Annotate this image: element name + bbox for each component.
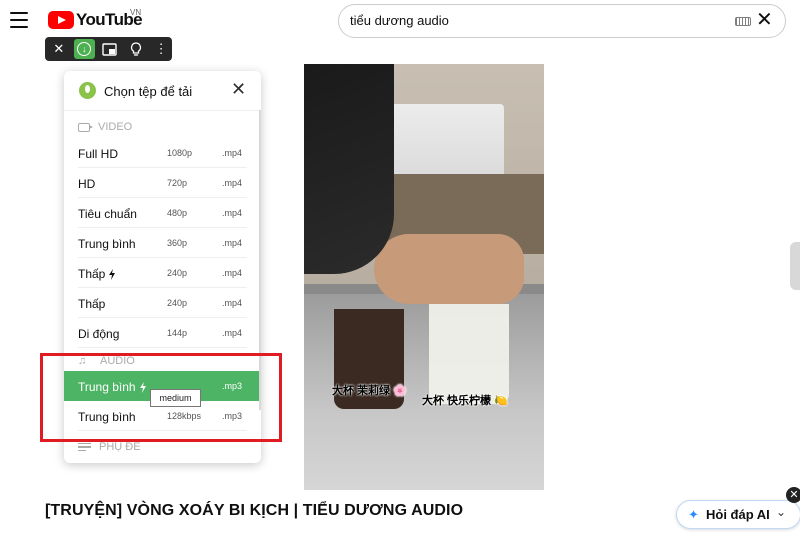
option-quality: 240p xyxy=(167,268,188,278)
option-format: .mp4 xyxy=(222,328,243,338)
ai-close-icon[interactable]: ✕ xyxy=(786,487,800,503)
option-format: .mp4 xyxy=(222,268,243,278)
option-format: .mp4 xyxy=(222,178,243,188)
option-label-group: Di động xyxy=(78,327,119,341)
popup-header: Chọn tệp để tải ✕ xyxy=(64,71,261,111)
option-label-group: Full HD xyxy=(78,147,118,161)
option-quality: 720p xyxy=(167,178,188,188)
option-label-group: Thấp xyxy=(78,267,116,281)
option-label: HD xyxy=(78,177,96,191)
option-label-group: Tiêu chuẩn xyxy=(78,207,137,221)
option-label: Di động xyxy=(78,327,120,341)
country-code: VN xyxy=(130,8,142,17)
search-input[interactable]: tiểu dương audio xyxy=(350,13,449,28)
chevron-down-icon[interactable]: ⌄ xyxy=(776,505,786,519)
download-icon[interactable]: ↓ xyxy=(73,39,96,59)
option-label: Tiêu chuẩn xyxy=(78,207,137,221)
side-panel-handle[interactable] xyxy=(790,242,800,290)
section-video-label: VIDEO xyxy=(98,121,133,133)
option-label: Full HD xyxy=(78,147,119,161)
video-caption-right: 大杯 快乐柠檬 🍋 xyxy=(422,395,508,407)
ai-qa-label: Hỏi đáp AI xyxy=(706,507,770,522)
youtube-logo[interactable]: YouTube xyxy=(48,10,143,30)
clear-search-icon[interactable]: ✕ xyxy=(756,10,773,30)
video-hand xyxy=(374,234,524,304)
section-subtitle-label: PHỤ ĐỀ xyxy=(99,441,141,453)
video-option-row[interactable]: Di động 144p .mp4 xyxy=(64,318,261,348)
sparkle-icon: ✦ xyxy=(688,507,699,522)
video-player[interactable]: 大杯 茉莉绿 🌸 大杯 快乐柠檬 🍋 xyxy=(304,64,544,490)
subtitle-icon xyxy=(78,442,91,452)
video-arm xyxy=(304,64,394,274)
lightning-icon xyxy=(109,268,116,280)
option-label-group: Thấp xyxy=(78,297,105,311)
video-title: [TRUYỆN] VÒNG XOÁY BI KỊCH | TIỂU DƯƠNG … xyxy=(45,502,464,519)
video-option-row[interactable]: Full HD 1080p .mp4 xyxy=(64,138,261,168)
picture-in-picture-icon[interactable] xyxy=(99,39,121,59)
keyboard-icon[interactable] xyxy=(735,17,751,26)
lightbulb-icon[interactable] xyxy=(125,39,147,59)
option-label: Thấp xyxy=(78,297,106,311)
row-divider xyxy=(78,347,247,348)
extension-logo-icon xyxy=(79,82,96,99)
option-quality: 480p xyxy=(167,208,188,218)
video-camera-icon xyxy=(78,122,93,132)
section-subtitle: PHỤ ĐỀ xyxy=(78,441,141,453)
video-option-row[interactable]: HD 720p .mp4 xyxy=(64,168,261,198)
video-cup-light xyxy=(429,304,509,404)
option-format: .mp4 xyxy=(222,238,243,248)
video-option-row[interactable]: Trung bình 360p .mp4 xyxy=(64,228,261,258)
option-label: Trung bình xyxy=(78,237,136,251)
option-format: .mp4 xyxy=(222,208,243,218)
menu-icon[interactable] xyxy=(10,12,28,28)
more-icon[interactable]: ⋮ xyxy=(150,39,172,59)
option-format: .mp4 xyxy=(222,148,243,158)
option-label-group: HD xyxy=(78,177,95,191)
option-format: .mp4 xyxy=(222,298,243,308)
video-caption-left: 大杯 茉莉绿 🌸 xyxy=(332,385,407,397)
option-quality: 360p xyxy=(167,238,188,248)
youtube-play-icon xyxy=(48,11,74,29)
option-label-group: Trung bình xyxy=(78,237,136,251)
section-video: VIDEO xyxy=(78,121,132,133)
close-icon[interactable]: ✕ xyxy=(48,39,70,59)
option-label: Thấp xyxy=(78,267,106,281)
option-quality: 240p xyxy=(167,298,188,308)
video-option-row[interactable]: Thấp 240p .mp4 xyxy=(64,288,261,318)
extension-toolbar: ✕ ↓ ⋮ xyxy=(45,37,172,61)
video-option-row[interactable]: Thấp 240p .mp4 xyxy=(64,258,261,288)
video-option-row[interactable]: Tiêu chuẩn 480p .mp4 xyxy=(64,198,261,228)
option-quality: 1080p xyxy=(167,148,193,158)
popup-title: Chọn tệp để tải xyxy=(104,84,193,99)
popup-close-icon[interactable]: ✕ xyxy=(231,80,246,98)
option-quality: 144p xyxy=(167,328,188,338)
highlight-box xyxy=(40,353,282,442)
